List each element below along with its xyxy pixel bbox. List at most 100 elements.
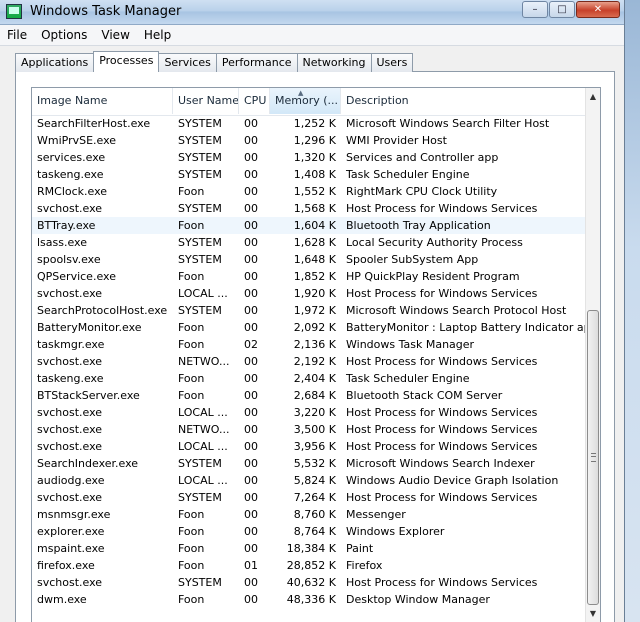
- process-image-name: SearchProtocolHost.exe: [37, 304, 168, 317]
- process-cpu: 00: [244, 185, 258, 198]
- process-row[interactable]: firefox.exe Foon 01 28,852 K Firefox: [32, 557, 587, 574]
- scroll-up-arrow-icon[interactable]: ▲: [586, 88, 600, 105]
- process-image-name: SearchIndexer.exe: [37, 457, 139, 470]
- process-user-name: Foon: [178, 338, 205, 351]
- process-description: Microsoft Windows Search Protocol Host: [346, 304, 567, 317]
- process-row[interactable]: QPService.exe Foon 00 1,852 K HP QuickPlay R…: [32, 268, 587, 285]
- process-row[interactable]: svchost.exe LOCAL ... 00 3,956 K Host Proces…: [32, 438, 587, 455]
- process-description: Windows Explorer: [346, 525, 445, 538]
- process-image-name: svchost.exe: [37, 202, 103, 215]
- process-memory: 1,408 K: [293, 168, 336, 181]
- process-row[interactable]: taskeng.exe SYSTEM 00 1,408 K Task Scheduler…: [32, 166, 587, 183]
- column-header-cpu[interactable]: CPU: [239, 88, 270, 114]
- process-row[interactable]: svchost.exe NETWO... 00 3,500 K Host Process…: [32, 421, 587, 438]
- process-memory: 1,648 K: [293, 253, 336, 266]
- process-memory: 7,264 K: [293, 491, 336, 504]
- process-list[interactable]: Image Name User Name CPU ▲ Memory (... D…: [31, 87, 601, 622]
- scroll-down-arrow-icon[interactable]: ▼: [586, 605, 600, 622]
- process-description: Windows Task Manager: [346, 338, 475, 351]
- process-cpu: 00: [244, 508, 258, 521]
- task-manager-app-icon: [6, 4, 22, 19]
- process-row[interactable]: svchost.exe SYSTEM 00 40,632 K Host Process …: [32, 574, 587, 591]
- process-row[interactable]: audiodg.exe LOCAL ... 00 5,824 K Windows Aud…: [32, 472, 587, 489]
- process-cpu: 00: [244, 525, 258, 538]
- process-image-name: BTStackServer.exe: [37, 389, 140, 402]
- title-bar[interactable]: Windows Task Manager – □ ✕: [0, 0, 624, 25]
- process-image-name: SearchFilterHost.exe: [37, 117, 151, 130]
- process-user-name: NETWO...: [178, 423, 230, 436]
- vertical-scrollbar[interactable]: ▲ ▼: [585, 88, 600, 622]
- process-row[interactable]: svchost.exe LOCAL ... 00 1,920 K Host Proces…: [32, 285, 587, 302]
- process-row[interactable]: BTStackServer.exe Foon 00 2,684 K Bluetooth …: [32, 387, 587, 404]
- process-cpu: 00: [244, 151, 258, 164]
- process-row[interactable]: svchost.exe NETWO... 00 2,192 K Host Process…: [32, 353, 587, 370]
- process-row[interactable]: svchost.exe SYSTEM 00 1,568 K Host Process f…: [32, 200, 587, 217]
- process-row[interactable]: services.exe SYSTEM 00 1,320 K Services and …: [32, 149, 587, 166]
- process-cpu: 00: [244, 372, 258, 385]
- tab-applications[interactable]: Applications: [15, 53, 95, 72]
- process-row[interactable]: lsass.exe SYSTEM 00 1,628 K Local Security A…: [32, 234, 587, 251]
- process-row[interactable]: taskeng.exe Foon 00 2,404 K Task Scheduler E…: [32, 370, 587, 387]
- tab-performance[interactable]: Performance: [215, 53, 298, 72]
- tab-services[interactable]: Services: [158, 53, 217, 72]
- process-memory: 2,404 K: [293, 372, 336, 385]
- process-memory: 1,852 K: [293, 270, 336, 283]
- process-image-name: mspaint.exe: [37, 542, 105, 555]
- column-header-memory[interactable]: ▲ Memory (...: [270, 88, 341, 114]
- process-row[interactable]: BatteryMonitor.exe Foon 00 2,092 K BatteryMo…: [32, 319, 587, 336]
- process-user-name: Foon: [178, 219, 205, 232]
- tab-networking[interactable]: Networking: [296, 53, 372, 72]
- process-user-name: Foon: [178, 321, 205, 334]
- process-row[interactable]: explorer.exe Foon 00 8,764 K Windows Explore…: [32, 523, 587, 540]
- process-user-name: Foon: [178, 389, 205, 402]
- process-row[interactable]: dwm.exe Foon 00 48,336 K Desktop Window Mana…: [32, 591, 587, 608]
- process-user-name: Foon: [178, 508, 205, 521]
- close-button[interactable]: ✕: [576, 1, 620, 18]
- menu-help[interactable]: Help: [137, 25, 178, 45]
- process-rows: SearchFilterHost.exe SYSTEM 00 1,252 K Micro…: [32, 115, 587, 608]
- process-row[interactable]: SearchFilterHost.exe SYSTEM 00 1,252 K Micro…: [32, 115, 587, 132]
- process-user-name: LOCAL ...: [178, 287, 228, 300]
- minimize-button[interactable]: –: [522, 1, 548, 18]
- process-row[interactable]: RMClock.exe Foon 00 1,552 K RightMark CPU Cl…: [32, 183, 587, 200]
- process-row[interactable]: SearchProtocolHost.exe SYSTEM 00 1,972 K Mic…: [32, 302, 587, 319]
- process-description: Host Process for Windows Services: [346, 491, 538, 504]
- process-user-name: Foon: [178, 372, 205, 385]
- process-memory: 2,136 K: [293, 338, 336, 351]
- tab-strip: Applications Processes Services Performa…: [15, 51, 414, 72]
- tab-users[interactable]: Users: [370, 53, 414, 72]
- process-row[interactable]: spoolsv.exe SYSTEM 00 1,648 K Spooler SubSys…: [32, 251, 587, 268]
- process-row[interactable]: msnmsgr.exe Foon 00 8,760 K Messenger: [32, 506, 587, 523]
- tab-processes[interactable]: Processes: [93, 51, 160, 72]
- process-row[interactable]: SearchIndexer.exe SYSTEM 00 5,532 K Microsof…: [32, 455, 587, 472]
- menu-options[interactable]: Options: [34, 25, 94, 45]
- process-description: Services and Controller app: [346, 151, 499, 164]
- scrollbar-thumb[interactable]: [587, 310, 599, 605]
- column-header-user-name[interactable]: User Name: [173, 88, 239, 114]
- menu-file[interactable]: File: [0, 25, 34, 45]
- process-cpu: 00: [244, 440, 258, 453]
- maximize-button[interactable]: □: [549, 1, 575, 18]
- process-memory: 8,760 K: [293, 508, 336, 521]
- process-image-name: QPService.exe: [37, 270, 116, 283]
- process-cpu: 00: [244, 576, 258, 589]
- process-description: Microsoft Windows Search Indexer: [346, 457, 535, 470]
- process-row[interactable]: svchost.exe SYSTEM 00 7,264 K Host Process f…: [32, 489, 587, 506]
- column-header-description[interactable]: Description: [341, 88, 587, 114]
- process-image-name: svchost.exe: [37, 406, 103, 419]
- process-row[interactable]: mspaint.exe Foon 00 18,384 K Paint: [32, 540, 587, 557]
- process-row[interactable]: svchost.exe LOCAL ... 00 3,220 K Host Proces…: [32, 404, 587, 421]
- process-image-name: taskeng.exe: [37, 372, 104, 385]
- process-image-name: explorer.exe: [37, 525, 105, 538]
- process-row[interactable]: taskmgr.exe Foon 02 2,136 K Windows Task Man…: [32, 336, 587, 353]
- column-header-image-name[interactable]: Image Name: [32, 88, 173, 114]
- process-description: Bluetooth Tray Application: [346, 219, 491, 232]
- process-description: Host Process for Windows Services: [346, 440, 538, 453]
- process-user-name: SYSTEM: [178, 202, 222, 215]
- menu-view[interactable]: View: [94, 25, 136, 45]
- process-row[interactable]: BTTray.exe Foon 00 1,604 K Bluetooth Tray Ap…: [32, 217, 587, 234]
- process-description: Paint: [346, 542, 374, 555]
- process-user-name: LOCAL ...: [178, 406, 228, 419]
- process-memory: 28,852 K: [286, 559, 336, 572]
- process-row[interactable]: WmiPrvSE.exe SYSTEM 00 1,296 K WMI Provider …: [32, 132, 587, 149]
